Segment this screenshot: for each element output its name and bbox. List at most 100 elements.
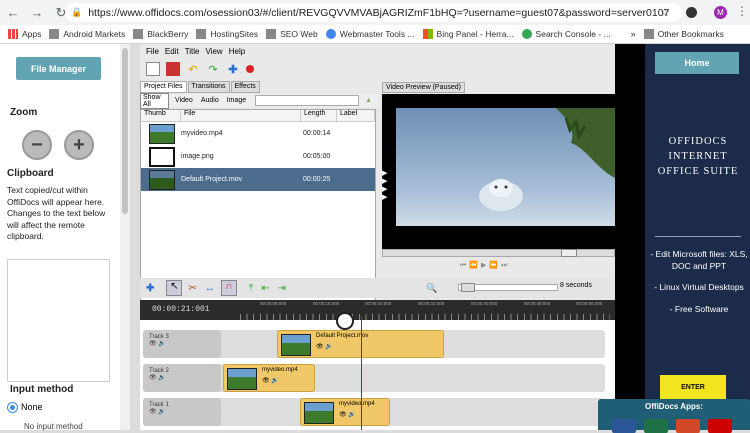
filter-video[interactable]: Video [173,97,195,104]
razor-tool-icon[interactable]: ✂ [188,283,196,294]
zoom-level-label: 8 seconds [560,282,592,289]
home-button[interactable]: Home [655,52,739,74]
filter-audio[interactable]: Audio [199,97,221,104]
snap-tool-icon[interactable]: ∩ [220,280,237,296]
export-icon[interactable] [246,65,254,73]
track-1[interactable]: Track 1 👁 🔊 myvideo.mp4 👁 🔊 [143,398,605,426]
playback-controls[interactable]: ⏮⏪▶⏩⏭ [460,261,510,270]
filter-show-all[interactable]: Show All [140,92,170,109]
bookmark-search-console[interactable]: Search Console - ... [521,29,611,39]
playhead-line[interactable] [361,316,362,430]
next-marker-icon[interactable]: ⇥ [278,283,286,294]
bookmark-other[interactable]: Other Bookmarks [643,29,724,39]
filter-image[interactable]: Image [225,97,248,104]
menu-bar: File Edit Title View Help [140,44,615,58]
bookmarks-bar: Apps Android Markets BlackBerry HostingS… [0,25,750,44]
slides-app-icon[interactable] [676,419,700,433]
bookmark-blackberry[interactable]: BlackBerry [133,29,188,39]
prev-marker-icon[interactable]: ⇤ [261,283,269,294]
clip-icons: 👁 🔊 [316,344,333,350]
add-marker-icon[interactable]: ⤒ [249,283,253,294]
none-radio[interactable] [8,403,17,412]
sheet-app-icon[interactable] [644,419,668,433]
menu-help[interactable]: Help [229,47,245,56]
tab-effects[interactable]: Effects [230,81,260,93]
scrollbar-thumb[interactable] [122,48,128,214]
table-row[interactable]: image.png 00:05:00 [141,145,375,168]
preview-seek-slider[interactable] [382,249,615,257]
star-icon[interactable]: ☆ [660,6,670,19]
none-radio-label: None [21,402,43,412]
clipboard-textarea[interactable] [7,259,110,382]
file-manager-button[interactable]: File Manager [16,57,101,80]
address-bar[interactable]: 🔒 https://www.offidocs.com/osession03/#/… [65,3,682,22]
bookmark-apps[interactable]: Apps [8,29,41,39]
seek-handle[interactable] [561,249,577,257]
table-row[interactable]: myvideo.mp4 00:00:14 [141,122,375,145]
google-icon [521,29,532,39]
bookmark-android-markets[interactable]: Android Markets [49,29,125,39]
tick-label: 00:00:40:000 [471,301,498,306]
col-file[interactable]: File [181,110,301,121]
zoom-handle[interactable] [461,283,475,292]
menu-icon[interactable]: ⋮ [736,4,748,18]
bookmark-hostingsites[interactable]: HostingSites [196,29,258,39]
filter-input[interactable] [255,95,360,106]
col-length[interactable]: Length [301,110,337,121]
col-label[interactable]: Label [337,110,375,121]
apps-grid-icon [8,29,18,39]
avatar[interactable]: M [714,6,727,19]
timeline-clip[interactable]: myvideo.mp4 👁 🔊 [300,398,390,426]
tab-project-files[interactable]: Project Files [140,81,187,93]
bookmark-seo-web[interactable]: SEO Web [266,29,318,39]
tick-label: 00:00:48:000 [524,301,551,306]
left-scrollbar[interactable] [120,44,130,430]
save-icon[interactable] [166,62,180,76]
add-track-icon[interactable]: ✚ [146,283,154,294]
more-bookmarks-icon[interactable]: » [631,29,636,39]
arrow-tool-icon[interactable]: ↔ [205,283,215,294]
table-row-selected[interactable]: Default Project.mov 00:00:25 [141,168,375,191]
openshot-window: File Edit Title View Help ↶ ↷ ✚ Project … [140,44,615,430]
track-3[interactable]: Track 3 👁 🔊 Default Project.mov 👁 🔊 [143,330,605,358]
new-file-icon[interactable] [146,62,160,76]
redo-icon[interactable]: ↷ [206,62,220,76]
menu-view[interactable]: View [206,47,223,56]
bookmark-webmaster-tools[interactable]: Webmaster Tools ... [325,29,415,39]
playhead-handle[interactable] [336,312,354,330]
tick-label: 00:00:24:000 [365,301,392,306]
timeline-tracks: Track 3 👁 🔊 Default Project.mov 👁 🔊 Track… [140,320,615,430]
timeline-clip[interactable]: myvideo.mp4 👁 🔊 [223,364,315,392]
col-thumb[interactable]: Thumb [141,110,181,121]
url-text: https://www.offidocs.com/osession03/#/cl… [88,6,670,19]
preview-title: Video Preview (Paused) [382,82,465,93]
track-2[interactable]: Track 2 👁 🔊 myvideo.mp4 👁 🔊 [143,364,605,392]
forward-button[interactable]: → [28,5,46,20]
tick-label: 00:00:16:000 [313,301,340,306]
menu-edit[interactable]: Edit [165,47,179,56]
undo-icon[interactable]: ↶ [186,62,200,76]
zoom-search-icon[interactable]: 🔍 [426,283,437,294]
menu-file[interactable]: File [146,47,159,56]
panel-resize-arrows[interactable]: ▶ ▶ ▶ ▶ [382,169,390,201]
video-preview: ▶ ▶ ▶ ▶ [382,94,615,249]
back-button[interactable]: ← [4,5,22,20]
tab-transitions[interactable]: Transitions [187,81,230,93]
word-app-icon[interactable] [612,419,636,433]
pdf-app-icon[interactable] [708,419,732,433]
timecode-display: 00:00:21:001 [152,305,210,314]
timeline-ruler[interactable]: 00:00:21:001 00:00:08:000 00:00:16:000 0… [140,300,615,320]
extension-icon[interactable] [686,7,697,18]
zoom-out-button[interactable]: − [22,130,52,160]
enter-button[interactable]: ENTER [660,375,726,399]
import-icon[interactable]: ✚ [226,62,240,76]
divider-strip [615,44,645,430]
zoom-in-button[interactable]: + [64,130,94,160]
timeline-zoom-slider[interactable] [458,283,558,292]
lock-icon: 🔒 [71,7,83,17]
clip-thumbnail [227,368,257,390]
menu-title[interactable]: Title [185,47,200,56]
bookmark-bing-panel[interactable]: Bing Panel - Herra... [422,29,514,39]
pointer-tool-icon[interactable]: ↖ [166,280,183,296]
clear-filter-icon[interactable]: ▲ [363,97,374,104]
